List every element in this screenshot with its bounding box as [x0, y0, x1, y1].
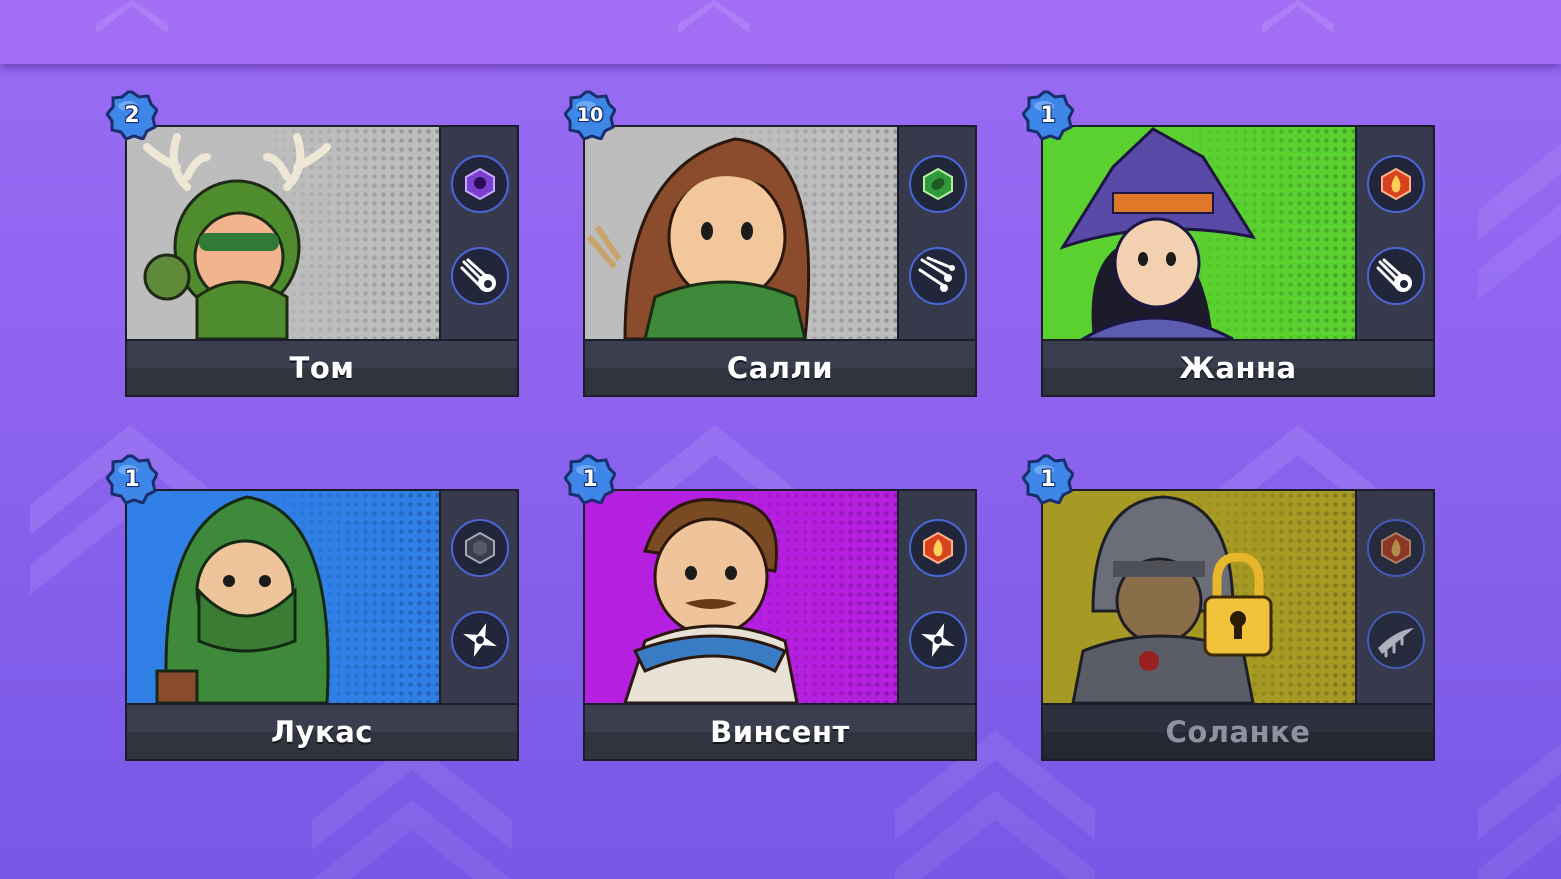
hero-portrait: [585, 127, 899, 341]
hero-card-lukas[interactable]: Лукас: [125, 489, 519, 761]
fire-gem-icon[interactable]: [1367, 155, 1425, 213]
hero-name-bar: Том: [127, 341, 517, 395]
hero-portrait: [1043, 491, 1357, 705]
hero-lukas-figure: [155, 495, 330, 703]
level-badge: 1: [564, 454, 616, 504]
fire-gem-icon[interactable]: [1367, 519, 1425, 577]
hero-name: Винсент: [710, 715, 850, 749]
hero-card-solanke[interactable]: Соланке: [1041, 489, 1435, 761]
dark-skull-gem-icon[interactable]: [451, 155, 509, 213]
chevron-decoration: [1478, 130, 1561, 330]
hero-zhanna-figure: [1059, 127, 1257, 339]
neutral-gem-icon[interactable]: [451, 519, 509, 577]
hero-name: Лукас: [271, 715, 373, 749]
chevron-decoration: [678, 0, 750, 34]
hero-card-vincent[interactable]: Винсент: [583, 489, 977, 761]
hero-name-bar: Жанна: [1043, 341, 1433, 395]
hero-portrait: [585, 491, 899, 705]
hero-card-sally[interactable]: Салли: [583, 125, 977, 397]
level-badge: 1: [1022, 90, 1074, 140]
hero-portrait: [127, 491, 441, 705]
shuriken-icon[interactable]: [451, 611, 509, 669]
level-badge: 2: [106, 90, 158, 140]
hero-card-tom[interactable]: Том: [125, 125, 519, 397]
hero-skills-panel: [1357, 127, 1433, 341]
shuriken-icon[interactable]: [909, 611, 967, 669]
arrow-volley-icon[interactable]: [909, 247, 967, 305]
hero-tom-figure: [143, 133, 331, 339]
chevron-decoration: [96, 0, 168, 34]
hero-solanke-figure: [1071, 495, 1255, 703]
hero-sally-figure: [586, 137, 811, 339]
hero-skills-panel: [441, 491, 517, 705]
level-badge: 1: [106, 454, 158, 504]
hero-name: Соланке: [1165, 715, 1311, 749]
hero-name: Салли: [726, 351, 834, 385]
hero-skills-panel: [441, 127, 517, 341]
hero-card-zhanna[interactable]: Жанна: [1041, 125, 1435, 397]
comet-icon[interactable]: [451, 247, 509, 305]
level-badge: 10: [564, 90, 616, 140]
hero-name-bar: Лукас: [127, 705, 517, 759]
hero-skills-panel: [899, 127, 975, 341]
hero-name: Жанна: [1179, 351, 1297, 385]
blade-slash-icon[interactable]: [1367, 611, 1425, 669]
comet-icon[interactable]: [1367, 247, 1425, 305]
hero-portrait: [127, 127, 441, 341]
chevron-decoration: [1262, 0, 1334, 34]
hero-name-bar: Салли: [585, 341, 975, 395]
hero-name-bar: Винсент: [585, 705, 975, 759]
chevron-decoration: [1478, 730, 1561, 879]
lock-icon: [1203, 553, 1273, 657]
hero-name-bar: Соланке: [1043, 705, 1433, 759]
hero-portrait: [1043, 127, 1357, 341]
fire-gem-icon[interactable]: [909, 519, 967, 577]
hero-skills-panel: [1357, 491, 1433, 705]
level-badge: 1: [1022, 454, 1074, 504]
hero-skills-panel: [899, 491, 975, 705]
hero-vincent-figure: [623, 498, 799, 703]
nature-leaf-gem-icon[interactable]: [909, 155, 967, 213]
hero-name: Том: [289, 351, 355, 385]
